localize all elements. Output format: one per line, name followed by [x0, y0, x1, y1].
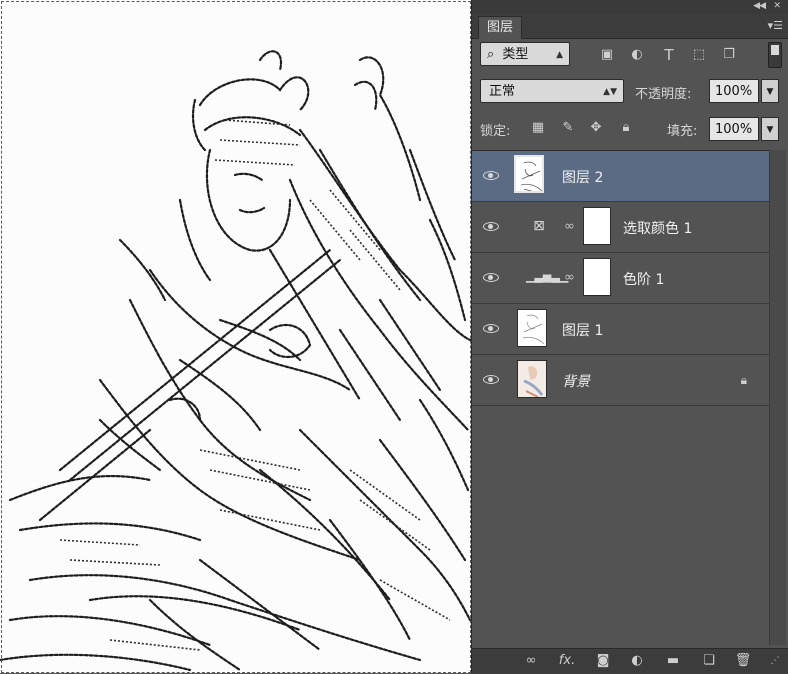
- layer-row-layer-1[interactable]: 图层 1: [472, 304, 769, 355]
- lock-transparent-pixels-icon[interactable]: ▦: [530, 120, 546, 136]
- filter-shape-icon[interactable]: ⬚: [690, 47, 708, 63]
- visibility-eye-icon[interactable]: [482, 371, 502, 387]
- close-panel-icon[interactable]: ✕: [773, 1, 781, 11]
- lock-position-icon[interactable]: ✥: [588, 120, 604, 136]
- chevron-updown-icon: ▲: [556, 50, 563, 60]
- layer-name: 选取颜色 1: [623, 221, 693, 237]
- visibility-eye-icon[interactable]: [482, 167, 502, 183]
- layer-name: 图层 1: [562, 323, 604, 339]
- fill-label: 填充:: [667, 124, 698, 139]
- selective-color-adjustment-icon: ⊠: [533, 218, 545, 234]
- layers-panel: ◀◀ ✕ 图层 ▾☰ ⌕ 类型 ▲ ▣ ◐ T ⬚ ❐ 正常 ▲▼ 不透明度: …: [471, 0, 788, 674]
- blend-mode-dropdown[interactable]: 正常 ▲▼: [480, 79, 624, 103]
- search-icon: ⌕: [487, 47, 495, 62]
- layer-name: 图层 2: [562, 170, 604, 186]
- layer-mask-thumbnail: [583, 258, 611, 296]
- fill-dropdown-arrow-icon[interactable]: ▼: [761, 117, 779, 141]
- chevron-updown-icon: ▲▼: [603, 87, 617, 97]
- filter-type-value: 类型: [502, 47, 529, 62]
- resize-grip-icon[interactable]: ⋰: [766, 653, 784, 669]
- layer-style-fx-icon[interactable]: fx.: [558, 653, 576, 669]
- tab-layers[interactable]: 图层: [478, 16, 523, 39]
- layer-row-selective-color-1[interactable]: ⊠ ∞ 选取颜色 1: [472, 202, 769, 253]
- layers-list: 图层 2 ⊠ ∞ 选取颜色 1 ▁▃▅▃▁ ∞ 色阶 1 图层 1 背景 🔒︎: [472, 150, 769, 408]
- filter-smartobject-icon[interactable]: ❐: [720, 47, 738, 63]
- panel-tab-row: 图层 ▾☰: [472, 14, 788, 39]
- layers-scrollbar[interactable]: [769, 150, 786, 645]
- visibility-eye-icon[interactable]: [482, 320, 502, 336]
- link-chain-icon[interactable]: ∞: [564, 218, 575, 236]
- layers-bottom-toolbar: ∞ fx. ◙ ◐ ▬ ❏ 🗑︎ ⋰: [472, 648, 788, 674]
- link-layers-icon[interactable]: ∞: [522, 653, 540, 669]
- lock-label: 锁定:: [480, 124, 511, 139]
- document-canvas[interactable]: [0, 0, 471, 673]
- levels-adjustment-icon: ▁▃▅▃▁: [526, 270, 569, 283]
- lock-all-icon[interactable]: 🔒︎: [618, 120, 634, 136]
- filter-toggle-switch[interactable]: [768, 42, 782, 68]
- panel-menu-icon[interactable]: ▾☰: [768, 19, 783, 32]
- layer-mask-thumbnail: [583, 207, 611, 245]
- layer-name: 色阶 1: [623, 272, 665, 288]
- delete-layer-trash-icon[interactable]: 🗑︎: [734, 653, 752, 669]
- filter-adjustment-icon[interactable]: ◐: [628, 47, 646, 63]
- opacity-dropdown-arrow-icon[interactable]: ▼: [761, 79, 779, 103]
- layer-row-levels-1[interactable]: ▁▃▅▃▁ ∞ 色阶 1: [472, 253, 769, 304]
- filter-type-icon[interactable]: T: [660, 47, 678, 63]
- layer-thumbnail: [517, 309, 547, 347]
- layer-row-background[interactable]: 背景 🔒︎: [472, 355, 769, 406]
- layer-row-layer-2[interactable]: 图层 2: [472, 151, 769, 202]
- link-chain-icon[interactable]: ∞: [564, 269, 575, 287]
- filter-pixel-icon[interactable]: ▣: [598, 47, 616, 63]
- fill-input[interactable]: 100%: [709, 117, 759, 141]
- new-adjustment-layer-icon[interactable]: ◐: [628, 653, 646, 669]
- layer-name: 背景: [562, 374, 590, 390]
- collapse-panel-icon[interactable]: ◀◀: [753, 1, 766, 11]
- visibility-eye-icon[interactable]: [482, 269, 502, 285]
- lock-icon: 🔒︎: [740, 373, 747, 387]
- panel-top-strip: ◀◀ ✕: [472, 0, 788, 15]
- filter-type-dropdown[interactable]: ⌕ 类型 ▲: [480, 42, 570, 66]
- opacity-input[interactable]: 100%: [709, 79, 759, 103]
- blend-mode-value: 正常: [489, 84, 516, 99]
- layer-thumbnail: [517, 360, 547, 398]
- new-layer-icon[interactable]: ❏: [700, 653, 718, 669]
- new-group-folder-icon[interactable]: ▬: [664, 653, 682, 669]
- visibility-eye-icon[interactable]: [482, 218, 502, 234]
- lock-image-pixels-icon[interactable]: ✎: [560, 120, 576, 136]
- layer-thumbnail: [514, 155, 544, 193]
- opacity-label: 不透明度:: [635, 87, 692, 102]
- add-mask-icon[interactable]: ◙: [594, 653, 612, 669]
- selection-marquee: [1, 1, 471, 673]
